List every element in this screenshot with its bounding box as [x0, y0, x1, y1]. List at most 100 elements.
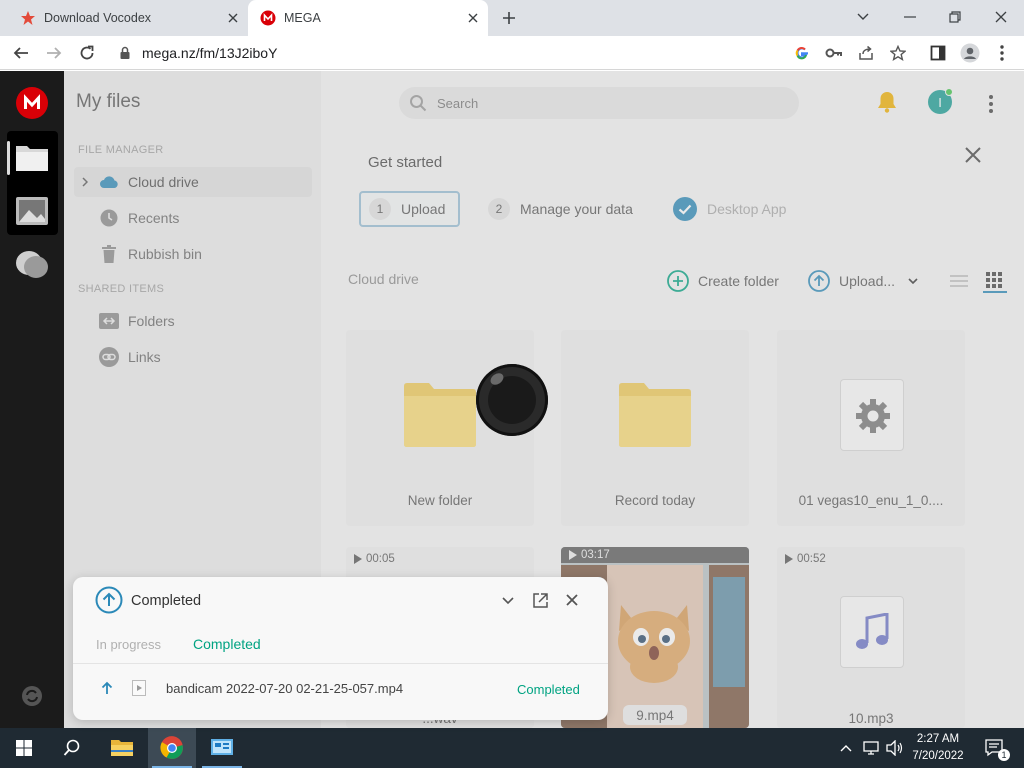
breadcrumb[interactable]: Cloud drive: [348, 271, 419, 287]
chrome-taskbar-icon[interactable]: [148, 728, 196, 768]
search-input[interactable]: [437, 95, 737, 111]
step-label: Manage your data: [520, 201, 633, 217]
transfer-row[interactable]: bandicam 2022-07-20 02-21-25-057.mp4 Com…: [73, 663, 608, 713]
rail-active-indicator: [7, 141, 10, 175]
google-icon[interactable]: [792, 43, 812, 63]
step-number: 2: [488, 198, 510, 220]
sidebar-item-label: Recents: [128, 210, 180, 226]
tray-chevron-up-icon[interactable]: [836, 728, 856, 768]
close-tab-icon[interactable]: [224, 9, 242, 27]
file-explorer-icon[interactable]: [98, 728, 146, 768]
trash-icon: [98, 243, 120, 265]
play-icon: [569, 550, 577, 560]
notifications-icon[interactable]: 1: [980, 728, 1010, 768]
play-icon: [354, 554, 362, 564]
grid-view-icon[interactable]: [986, 272, 1002, 288]
onboarding-step-desktop-app[interactable]: Desktop App: [673, 191, 786, 227]
close-onboarding-icon[interactable]: [964, 146, 982, 164]
share-icon[interactable]: [856, 43, 876, 63]
windows-start-icon[interactable]: [0, 728, 48, 768]
restore-icon[interactable]: [943, 6, 967, 28]
cloud-drive-rail-icon[interactable]: [15, 141, 49, 173]
sync-rail-icon[interactable]: [21, 685, 43, 707]
close-window-icon[interactable]: [989, 6, 1013, 28]
minimize-icon[interactable]: [898, 6, 922, 28]
onboarding-step-upload[interactable]: 1 Upload: [359, 191, 460, 227]
sidebar-item-recents[interactable]: Recents: [74, 203, 312, 233]
upload-button[interactable]: Upload...: [808, 268, 918, 294]
folder-icon: [618, 382, 692, 448]
upload-arrow-icon: [808, 270, 830, 292]
close-transfer-panel-icon[interactable]: [566, 594, 578, 606]
chrome-menu-icon[interactable]: [992, 43, 1012, 63]
tab-download-vocodex[interactable]: Download Vocodex: [0, 0, 248, 36]
sidebar-item-label: Rubbish bin: [128, 246, 202, 262]
reload-icon[interactable]: [77, 43, 97, 63]
system-clock[interactable]: 2:27 AM 7/20/2022: [904, 731, 972, 765]
key-icon[interactable]: [824, 43, 844, 63]
sidebar-item-links[interactable]: Links: [74, 342, 312, 372]
transfer-status: Completed: [517, 682, 580, 697]
online-status-dot: [945, 88, 953, 96]
sidebar-item-cloud-drive[interactable]: Cloud drive: [74, 167, 312, 197]
video-duration: 00:52: [785, 553, 826, 565]
search-bar[interactable]: [399, 87, 799, 119]
clock-date: 7/20/2022: [912, 750, 964, 762]
more-menu-icon[interactable]: [989, 95, 993, 113]
list-view-icon[interactable]: [950, 274, 968, 288]
video-duration: 03:17: [569, 549, 610, 561]
tab-title: MEGA: [284, 11, 321, 25]
file-card[interactable]: 01 vegas10_enu_1_0....: [777, 330, 965, 526]
tab-completed[interactable]: Completed: [193, 636, 261, 652]
notifications-bell-icon[interactable]: [877, 91, 897, 113]
bookmark-star-icon[interactable]: [888, 43, 908, 63]
step-number: 1: [369, 198, 391, 220]
mega-favicon-icon: [260, 10, 276, 26]
sidebar-item-rubbish-bin[interactable]: Rubbish bin: [74, 239, 312, 269]
create-folder-button[interactable]: Create folder: [667, 268, 779, 294]
search-icon: [409, 94, 427, 112]
tab-mega[interactable]: MEGA: [248, 0, 488, 36]
cloud-icon: [98, 171, 120, 193]
network-icon[interactable]: [861, 728, 883, 768]
chevron-down-icon[interactable]: [908, 278, 918, 284]
file-card[interactable]: Record today: [561, 330, 749, 526]
expand-chevron-icon[interactable]: [82, 177, 88, 187]
tab-in-progress[interactable]: In progress: [96, 637, 161, 652]
collapse-chevron-icon[interactable]: [502, 597, 514, 605]
sidebar-title: My files: [76, 91, 141, 112]
profile-icon[interactable]: [960, 43, 980, 63]
sidebar-item-label: Cloud drive: [128, 174, 199, 190]
open-transfers-icon[interactable]: [533, 593, 548, 608]
onboarding-step-manage-data[interactable]: 2 Manage your data: [488, 191, 633, 227]
close-tab-icon[interactable]: [464, 9, 482, 27]
sidebar-item-folders[interactable]: Folders: [74, 306, 312, 336]
mega-logo-icon[interactable]: [16, 87, 48, 119]
app-rail: [0, 71, 64, 728]
video-duration: 00:05: [354, 553, 395, 565]
upload-status-icon: [95, 586, 123, 614]
lock-icon: [119, 46, 131, 60]
forward-icon[interactable]: [44, 43, 64, 63]
back-icon[interactable]: [11, 43, 31, 63]
file-card[interactable]: 00:52 10.mp3: [777, 547, 965, 728]
new-tab-icon[interactable]: [498, 7, 520, 29]
volume-icon[interactable]: [884, 728, 906, 768]
windows-taskbar: 2:27 AM 7/20/2022 1: [0, 728, 1024, 768]
taskbar-search-icon[interactable]: [48, 728, 96, 768]
side-panel-icon[interactable]: [928, 43, 948, 63]
file-name: Record today: [614, 493, 696, 508]
photos-rail-icon[interactable]: [15, 195, 49, 227]
chat-rail-icon[interactable]: [14, 249, 50, 281]
onboarding-title: Get started: [368, 154, 443, 171]
url-text: mega.nz/fm/13J2iboY: [142, 45, 278, 61]
upload-direction-icon: [101, 681, 113, 695]
transfer-filename: bandicam 2022-07-20 02-21-25-057.mp4: [166, 681, 404, 696]
file-name: 01 vegas10_enu_1_0....: [798, 493, 944, 508]
transfer-panel-title: Completed: [131, 593, 202, 609]
control-panel-icon[interactable]: [198, 728, 246, 768]
vocodex-favicon-icon: [20, 10, 36, 26]
tab-search-chevron-icon[interactable]: [851, 6, 875, 28]
transfer-manager-panel: Completed In progress Completed bandicam…: [73, 577, 608, 720]
check-circle-icon: [673, 197, 697, 221]
